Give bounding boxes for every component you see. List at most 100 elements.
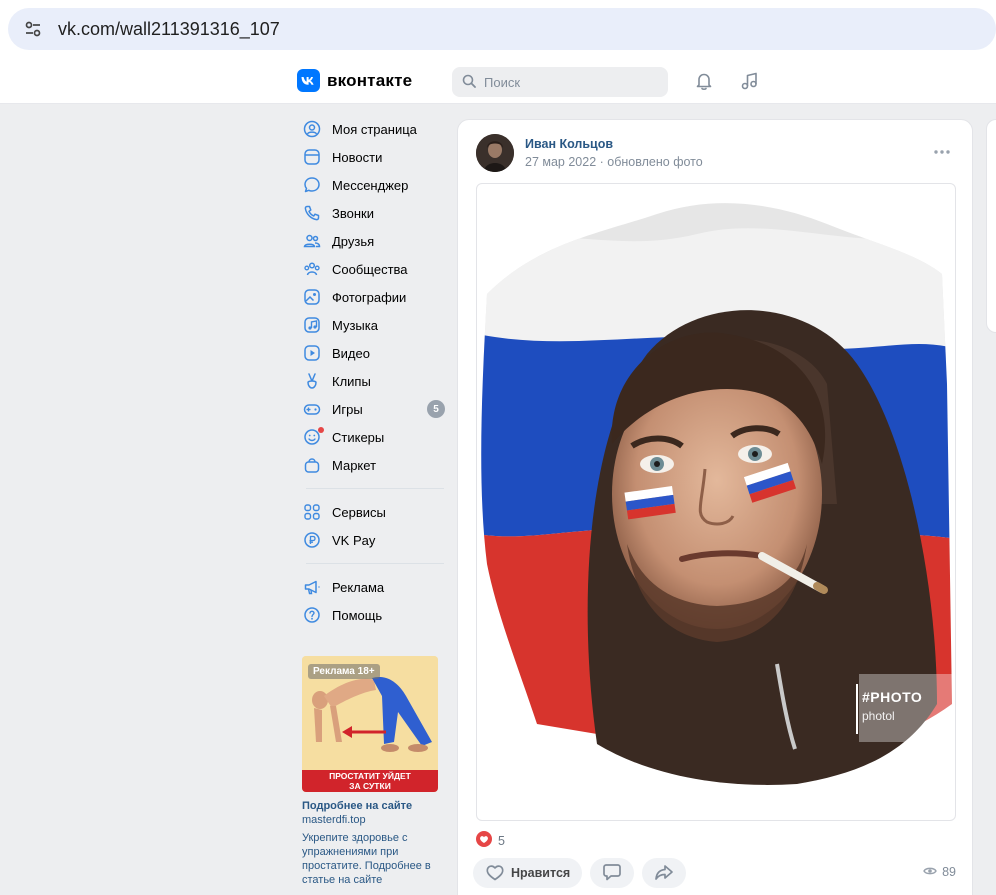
- post-date[interactable]: 27 мар 2022: [525, 155, 596, 169]
- ads-icon: [302, 577, 322, 597]
- phone-icon: [302, 203, 322, 223]
- watermark-subtext: photol: [862, 709, 895, 723]
- sidebar-item-friends[interactable]: Друзья: [296, 227, 448, 255]
- sidebar-item-label: Маркет: [332, 457, 377, 473]
- sidebar-item-label: Игры: [332, 401, 363, 417]
- sidebar-item-label: Сервисы: [332, 504, 386, 520]
- ad-banner: ПРОСТАТИТ УЙДЕТ ЗА СУТКИ: [302, 770, 438, 792]
- sidebar-item-label: Видео: [332, 345, 370, 361]
- likes-summary[interactable]: 5: [476, 831, 505, 850]
- flag-portrait-illustration: [481, 203, 955, 785]
- like-button[interactable]: Нравится: [473, 858, 583, 888]
- sidebar-item-messenger[interactable]: Мессенджер: [296, 171, 448, 199]
- sidebar-item-label: Мессенджер: [332, 177, 409, 193]
- video-icon: [302, 343, 322, 363]
- post-actions: Нравится 89: [473, 858, 958, 888]
- vk-header: вконтакте: [0, 58, 996, 104]
- author-name[interactable]: Иван Кольцов: [525, 137, 703, 151]
- sidebar-divider: [306, 488, 444, 489]
- sidebar-item-label: VK Pay: [332, 532, 376, 548]
- notification-dot: [318, 427, 324, 433]
- post-header: Иван Кольцов 27 мар 2022 · обновлено фот…: [476, 134, 703, 172]
- profile-icon: [302, 119, 322, 139]
- share-button[interactable]: [642, 858, 687, 888]
- sidebar-item-stickers[interactable]: Стикеры: [296, 423, 448, 451]
- search-box[interactable]: [452, 67, 668, 97]
- ad-title[interactable]: Подробнее на сайте: [302, 800, 438, 812]
- post-meta-line: 27 мар 2022 · обновлено фото: [525, 155, 703, 169]
- bell-icon[interactable]: [693, 70, 715, 92]
- sidebar-item-calls[interactable]: Звонки: [296, 199, 448, 227]
- vk-logo-icon: [297, 69, 320, 92]
- sidebar-item-label: Новости: [332, 149, 383, 165]
- sidebar-item-label: Звонки: [332, 205, 374, 221]
- search-icon: [462, 74, 476, 91]
- ad-image[interactable]: Реклама 18+ ПРОСТАТИТ УЙДЕТ ЗА СУТКИ: [302, 656, 438, 792]
- ad-description[interactable]: Укрепите здоровье с упражнениями при про…: [302, 831, 438, 887]
- address-bar[interactable]: vk.com/wall211391316_107: [8, 8, 996, 50]
- left-sidebar: Моя страница Новости Мессенджер Звонки Д…: [296, 115, 448, 629]
- sidebar-item-label: Помощь: [332, 607, 383, 623]
- views-counter: 89: [923, 865, 956, 879]
- heart-reaction-icon: [476, 831, 492, 850]
- sidebar-item-market[interactable]: Маркет: [296, 451, 448, 479]
- post-author-meta: Иван Кольцов 27 мар 2022 · обновлено фот…: [525, 137, 703, 169]
- sidebar-item-photos[interactable]: Фотографии: [296, 283, 448, 311]
- ad-banner-line: ПРОСТАТИТ УЙДЕТ: [329, 771, 411, 781]
- vkpay-icon: [302, 530, 322, 550]
- sidebar-item-communities[interactable]: Сообщества: [296, 255, 448, 283]
- communities-icon: [302, 259, 322, 279]
- sidebar-item-help[interactable]: Помощь: [296, 601, 448, 629]
- sidebar-item-ads[interactable]: Реклама: [296, 573, 448, 601]
- market-icon: [302, 455, 322, 475]
- post-photo[interactable]: #PHOTO photol: [476, 183, 956, 821]
- sidebar-item-clips[interactable]: Клипы: [296, 367, 448, 395]
- sidebar-item-label: Фотографии: [332, 289, 407, 305]
- sidebar-item-video[interactable]: Видео: [296, 339, 448, 367]
- sidebar-item-label: Клипы: [332, 373, 371, 389]
- ad-domain[interactable]: masterdfi.top: [302, 814, 438, 826]
- meta-separator: ·: [599, 155, 604, 169]
- sidebar-item-my-page[interactable]: Моя страница: [296, 115, 448, 143]
- sidebar-item-news[interactable]: Новости: [296, 143, 448, 171]
- ad-badge: Реклама 18+: [308, 664, 380, 679]
- comment-button[interactable]: [590, 858, 635, 888]
- wall-post: Иван Кольцов 27 мар 2022 · обновлено фот…: [457, 119, 973, 895]
- sidebar-item-label: Реклама: [332, 579, 385, 595]
- stickers-icon: [302, 427, 324, 447]
- sidebar-item-label: Друзья: [332, 233, 375, 249]
- vk-logo[interactable]: вконтакте: [297, 69, 412, 92]
- url-text[interactable]: vk.com/wall211391316_107: [58, 19, 280, 40]
- logo-text: вконтакте: [327, 70, 413, 90]
- sidebar-item-services[interactable]: Сервисы: [296, 498, 448, 526]
- sidebar-item-label: Стикеры: [332, 429, 385, 445]
- news-icon: [302, 147, 322, 167]
- eye-icon: [923, 865, 937, 879]
- search-input[interactable]: [484, 74, 654, 90]
- sidebar-item-games[interactable]: Игры 5: [296, 395, 448, 423]
- share-icon: [654, 863, 674, 884]
- watermark-text: #PHOTO: [862, 689, 923, 705]
- clips-icon: [302, 371, 322, 391]
- sidebar-item-music[interactable]: Музыка: [296, 311, 448, 339]
- avatar[interactable]: [476, 134, 514, 172]
- heart-outline-icon: [485, 863, 505, 884]
- friends-icon: [302, 231, 322, 251]
- post-action: обновлено фото: [607, 155, 703, 169]
- sidebar-item-label: Музыка: [332, 317, 378, 333]
- sidebar-ad[interactable]: Реклама 18+ ПРОСТАТИТ УЙДЕТ ЗА СУТКИ Под…: [302, 656, 438, 887]
- music-note-icon[interactable]: [738, 70, 760, 92]
- sidebar-item-vkpay[interactable]: VK Pay: [296, 526, 448, 554]
- music-icon: [302, 315, 322, 335]
- sidebar-divider: [306, 563, 444, 564]
- like-label: Нравится: [511, 866, 571, 880]
- help-icon: [302, 605, 322, 625]
- services-icon: [302, 502, 322, 522]
- more-options-icon[interactable]: [932, 142, 952, 162]
- photo-icon: [302, 287, 322, 307]
- site-settings-icon[interactable]: [22, 18, 44, 40]
- chat-icon: [302, 175, 322, 195]
- comment-icon: [602, 863, 622, 884]
- games-count-badge: 5: [427, 400, 445, 418]
- browser-toolbar: vk.com/wall211391316_107: [0, 0, 996, 58]
